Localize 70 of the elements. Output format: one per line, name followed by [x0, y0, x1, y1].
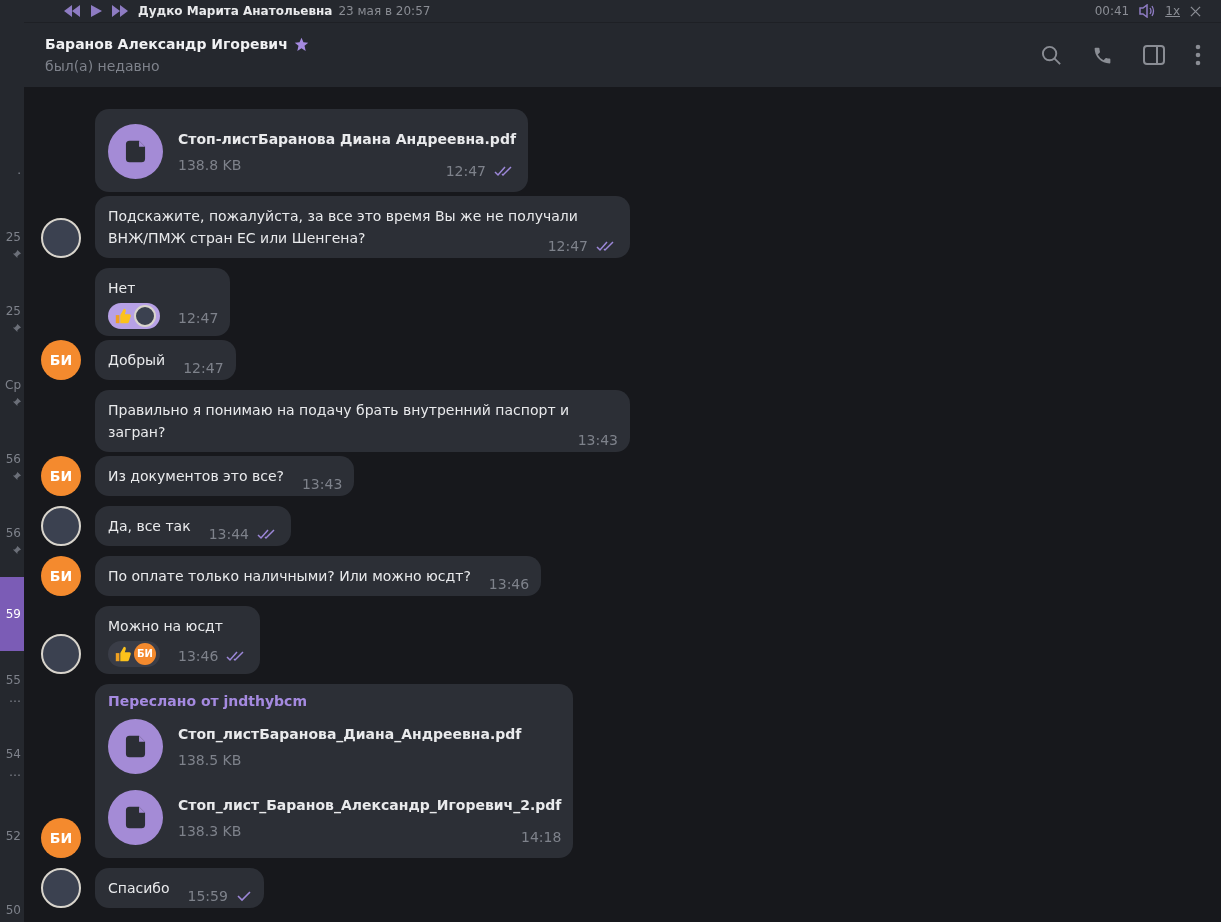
- message-text: Правильно я понимаю на подачу брать внутренний паспорт и загран?: [108, 402, 570, 440]
- avatar-photo[interactable]: [41, 634, 81, 674]
- speed-button[interactable]: 1x: [1165, 4, 1180, 18]
- avatar-photo[interactable]: [41, 218, 81, 258]
- close-icon[interactable]: [1190, 5, 1201, 17]
- chat-title[interactable]: Баранов Александр Игоревич: [45, 36, 288, 52]
- message-text: Нет: [108, 279, 137, 298]
- last-seen-status: был(а) недавно: [45, 58, 161, 74]
- reaction-chip[interactable]: [108, 303, 160, 329]
- message-text: Да, все так: [108, 518, 191, 534]
- chat-list-item[interactable]: 54 …: [0, 725, 24, 799]
- file-name[interactable]: Стоп-листБаранова Диана Андреевна.pdf: [178, 130, 516, 147]
- reactor-avatar-initials: БИ: [134, 643, 156, 665]
- chat-list-item[interactable]: 50: [0, 873, 24, 922]
- message-text: По оплате только наличными? Или можно юсдт?: [108, 568, 471, 584]
- star-icon: [293, 36, 309, 52]
- message-time: 13:43: [577, 431, 618, 450]
- file-size: 138.3 KB: [178, 822, 242, 839]
- message-time: 13:46: [178, 647, 219, 666]
- message-time: 15:59: [187, 887, 228, 906]
- chat-list-item[interactable]: 59: [0, 577, 24, 651]
- message-text: Из документов это все?: [108, 468, 284, 484]
- check-icon: [235, 890, 252, 902]
- track-time: 00:41: [1094, 4, 1130, 18]
- play-icon[interactable]: [90, 5, 102, 17]
- message-time: 14:18: [521, 828, 562, 845]
- avatar-initials[interactable]: БИ: [41, 456, 81, 496]
- forwarded-label[interactable]: Переслано от jndthybcm: [108, 693, 562, 709]
- message-text: Добрый: [108, 352, 166, 368]
- message-time: 13:46: [488, 575, 530, 594]
- track-date: 23 мая в 20:57: [338, 4, 431, 18]
- reactor-avatar-photo: [134, 305, 156, 327]
- document-icon[interactable]: [108, 790, 163, 845]
- message-time: 12:47: [178, 309, 219, 328]
- avatar-initials[interactable]: БИ: [41, 340, 81, 380]
- chat-list-item[interactable]: 52: [0, 799, 24, 873]
- file-size: 138.8 KB: [178, 156, 242, 173]
- avatar-photo[interactable]: [41, 868, 81, 908]
- chat-list-item[interactable]: 25: [0, 207, 24, 281]
- thumbs-up-icon: [114, 307, 132, 325]
- document-icon[interactable]: [108, 124, 163, 179]
- file-name[interactable]: Стоп_листБаранова_Диана_Андреевна.pdf: [178, 725, 522, 742]
- volume-icon[interactable]: [1139, 4, 1156, 18]
- message-time: 12:47: [445, 162, 486, 179]
- sidebar-toggle-icon[interactable]: [1143, 45, 1165, 65]
- previous-icon[interactable]: [64, 5, 80, 17]
- chat-list-item[interactable]: 25: [0, 281, 24, 355]
- message-text: Можно на юсдт: [108, 617, 224, 636]
- chat-list-item[interactable]: 56: [0, 429, 24, 503]
- more-icon[interactable]: [1195, 44, 1201, 66]
- document-icon[interactable]: [108, 719, 163, 774]
- thumbs-up-icon: [114, 645, 132, 663]
- search-icon[interactable]: [1041, 44, 1062, 66]
- message-time: 13:44: [208, 525, 249, 544]
- chat-list-item[interactable]: .: [0, 133, 24, 207]
- reaction-chip[interactable]: БИ: [108, 641, 160, 667]
- message-text: Спасибо: [108, 880, 170, 896]
- file-size: 138.5 KB: [178, 751, 242, 768]
- track-title: Дудко Марита Анатольевна: [138, 4, 333, 18]
- avatar-initials[interactable]: БИ: [41, 556, 81, 596]
- message-time: 12:47: [547, 237, 588, 256]
- next-icon[interactable]: [112, 5, 128, 17]
- chat-list-item[interactable]: Ср: [0, 355, 24, 429]
- message-time: 12:47: [183, 359, 224, 378]
- chat-list-item[interactable]: 56: [0, 503, 24, 577]
- chat-list-item[interactable]: 55 …: [0, 651, 24, 725]
- avatar-initials[interactable]: БИ: [41, 818, 81, 858]
- message-time: 13:43: [301, 475, 343, 494]
- file-name[interactable]: Стоп_лист_Баранов_Александр_Игоревич_2.pdf: [178, 796, 562, 813]
- avatar-photo[interactable]: [41, 506, 81, 546]
